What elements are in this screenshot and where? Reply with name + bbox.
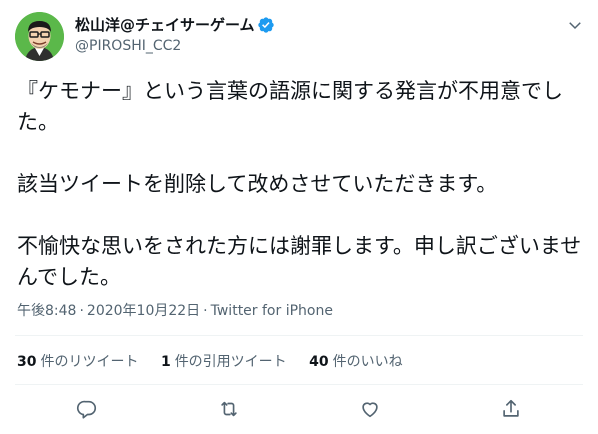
retweet-count: 30 bbox=[17, 354, 37, 370]
tweet-text: 『ケモナー』という言葉の語源に関する発言が不用意でした。 該当ツイートを削除して… bbox=[17, 76, 583, 293]
reply-button[interactable] bbox=[74, 396, 100, 422]
avatar[interactable] bbox=[15, 12, 64, 61]
quote-count-label: 件の引用ツイート bbox=[174, 354, 287, 370]
share-button[interactable] bbox=[498, 396, 524, 422]
user-name-block: 松山洋@チェイサーゲーム @PIROSHI_CC2 bbox=[75, 14, 275, 56]
like-count: 40 bbox=[309, 354, 329, 370]
retweet-icon bbox=[221, 401, 237, 417]
reply-icon bbox=[77, 400, 97, 419]
display-name[interactable]: 松山洋@チェイサーゲーム bbox=[75, 15, 255, 35]
heart-icon bbox=[362, 402, 378, 418]
divider bbox=[15, 384, 583, 385]
meta-separator: · bbox=[79, 303, 84, 319]
tweet-time[interactable]: 午後8:48 bbox=[17, 303, 76, 319]
share-icon bbox=[503, 399, 519, 417]
tweet-date[interactable]: 2020年10月22日 bbox=[87, 303, 200, 319]
meta-separator: · bbox=[203, 303, 208, 319]
tweet-source[interactable]: Twitter for iPhone bbox=[211, 303, 333, 319]
like-count-link[interactable]: 40 件のいいね bbox=[309, 351, 402, 371]
retweet-count-link[interactable]: 30 件のリツイート bbox=[17, 351, 138, 371]
avatar-illustration bbox=[15, 12, 64, 61]
tweet-paragraph: 『ケモナー』という言葉の語源に関する発言が不用意でした。 bbox=[17, 79, 563, 134]
tweet-actions bbox=[0, 396, 598, 426]
tweet-meta: 午後8:48 · 2020年10月22日 · Twitter for iPhone bbox=[17, 300, 333, 320]
retweet-button[interactable] bbox=[216, 396, 242, 422]
quote-count-link[interactable]: 1 件の引用ツイート bbox=[161, 351, 287, 371]
like-button[interactable] bbox=[357, 396, 383, 422]
retweet-count-label: 件のリツイート bbox=[40, 354, 139, 370]
tweet-paragraph: 該当ツイートを削除して改めさせていただきます。 bbox=[17, 172, 498, 196]
like-count-label: 件のいいね bbox=[332, 354, 403, 370]
verified-badge-icon bbox=[257, 16, 275, 34]
tweet-stats: 30 件のリツイート 1 件の引用ツイート 40 件のいいね bbox=[17, 351, 421, 371]
quote-count: 1 bbox=[160, 354, 171, 370]
user-handle[interactable]: @PIROSHI_CC2 bbox=[75, 36, 275, 56]
chevron-down-icon[interactable] bbox=[566, 16, 584, 34]
divider bbox=[15, 335, 583, 336]
tweet-card: 松山洋@チェイサーゲーム @PIROSHI_CC2 『ケモナー』という言葉の語源… bbox=[0, 0, 598, 434]
tweet-paragraph: 不愉快な思いをされた方には謝罪します。申し訳ございませんでした。 bbox=[17, 234, 582, 289]
